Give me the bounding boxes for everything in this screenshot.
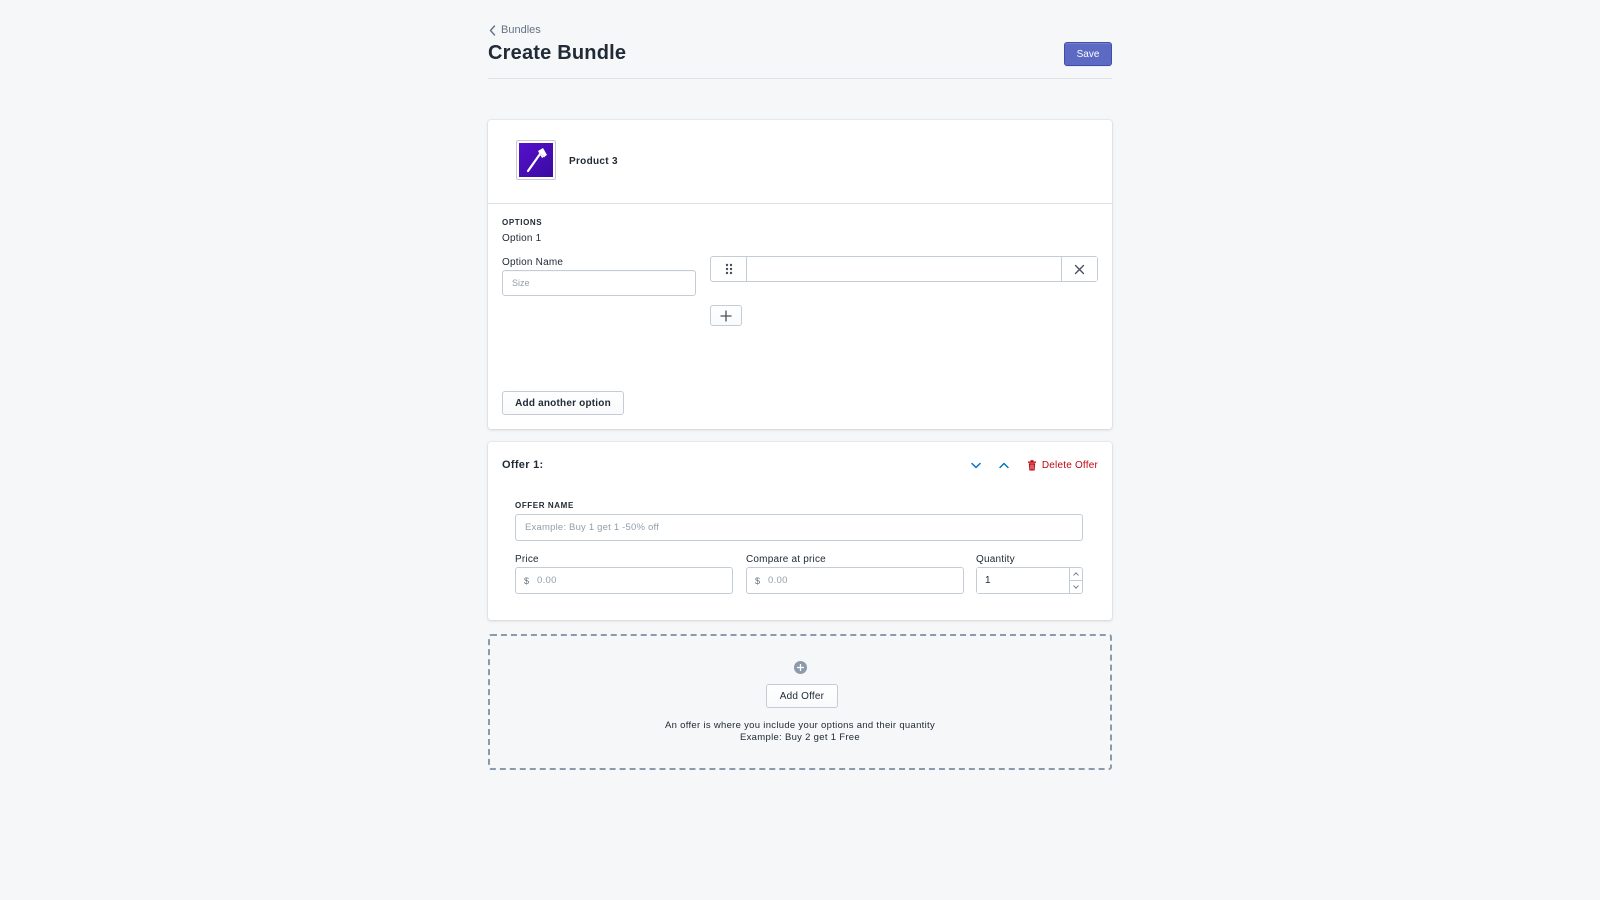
- quantity-increment[interactable]: [1070, 568, 1082, 580]
- option-value-row: [710, 256, 1098, 282]
- offer-actions: Delete Offer: [967, 456, 1098, 474]
- header-divider: [488, 78, 1112, 79]
- plus-icon: [720, 309, 732, 322]
- save-button[interactable]: Save: [1064, 42, 1112, 66]
- trash-icon: [1027, 459, 1036, 470]
- quantity-input[interactable]: [977, 568, 1069, 593]
- product-name: Product 3: [569, 156, 618, 167]
- option-name-label: Option Name: [502, 257, 564, 268]
- move-offer-up-button[interactable]: [995, 456, 1013, 474]
- product-row: Product 3: [488, 120, 1112, 204]
- product-thumbnail: [516, 140, 556, 180]
- add-another-option-button[interactable]: Add another option: [502, 391, 624, 415]
- delete-offer-button[interactable]: Delete Offer: [1027, 460, 1098, 471]
- add-offer-help-line1: An offer is where you include your optio…: [664, 720, 936, 731]
- quantity-decrement[interactable]: [1070, 580, 1082, 593]
- breadcrumb-bundles[interactable]: Bundles: [488, 24, 541, 36]
- remove-value-button[interactable]: [1061, 257, 1097, 281]
- option-name-input[interactable]: [502, 270, 696, 296]
- compare-at-price-field: $: [746, 567, 964, 594]
- caret-down-icon: [1073, 585, 1079, 589]
- drag-handle-icon: [725, 263, 732, 275]
- breadcrumb-label: Bundles: [501, 24, 541, 36]
- compare-currency-prefix: $: [755, 575, 761, 586]
- add-offer-help-text: An offer is where you include your optio…: [490, 720, 1110, 744]
- offer-title: Offer 1:: [502, 459, 544, 471]
- plus-icon: [797, 664, 804, 671]
- compare-at-price-input[interactable]: [768, 575, 955, 586]
- axe-icon: [526, 148, 547, 173]
- price-field: $: [515, 567, 733, 594]
- add-offer-zone: Add Offer An offer is where you include …: [488, 634, 1112, 770]
- quantity-label: Quantity: [976, 554, 1015, 565]
- options-heading: OPTIONS: [502, 218, 543, 227]
- product-options-card: Product 3 OPTIONS Option 1 Option Name S…: [488, 120, 1112, 429]
- add-value-button[interactable]: [710, 305, 742, 326]
- add-offer-help-line2: Example: Buy 2 get 1 Free: [740, 732, 860, 743]
- chevron-up-icon: [999, 462, 1009, 468]
- quantity-spinner: [1069, 568, 1082, 593]
- move-offer-down-button[interactable]: [967, 456, 985, 474]
- quantity-stepper: [976, 567, 1083, 594]
- add-offer-plus-icon[interactable]: [794, 661, 807, 674]
- offer-name-input[interactable]: [515, 514, 1083, 541]
- page-title: Create Bundle: [488, 42, 627, 64]
- delete-offer-label: Delete Offer: [1041, 459, 1098, 471]
- close-icon: [1074, 264, 1085, 274]
- chevron-left-icon: [489, 24, 496, 36]
- price-label: Price: [515, 554, 539, 565]
- chevron-down-icon: [971, 462, 981, 468]
- option-value-input[interactable]: [747, 257, 1061, 281]
- caret-up-icon: [1073, 572, 1079, 576]
- add-offer-button[interactable]: Add Offer: [766, 684, 838, 708]
- option-title: Option 1: [502, 233, 542, 244]
- drag-handle[interactable]: [711, 257, 747, 281]
- price-currency-prefix: $: [524, 575, 530, 586]
- offer-card: Offer 1: Delete Offer OFFER NAME Example…: [488, 442, 1112, 620]
- offer-name-label: OFFER NAME: [515, 501, 574, 510]
- price-input[interactable]: [537, 575, 724, 586]
- compare-at-price-label: Compare at price: [746, 554, 826, 565]
